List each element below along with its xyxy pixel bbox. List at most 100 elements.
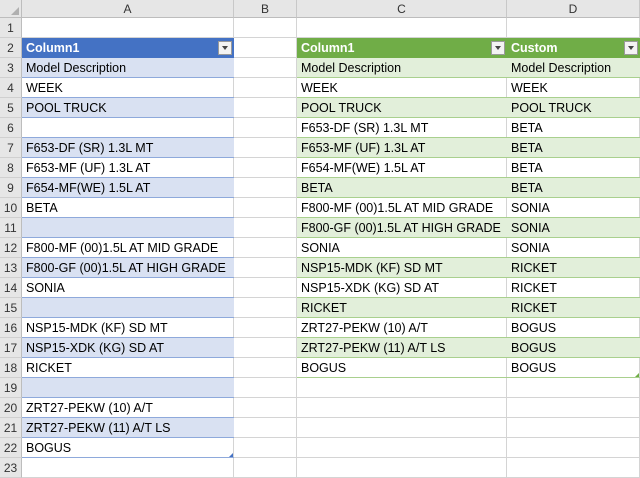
table1-cell[interactable]: BOGUS [22, 438, 234, 458]
table2-resize-handle[interactable] [635, 373, 639, 377]
row-header-9[interactable]: 9 [0, 178, 22, 198]
row-header-3[interactable]: 3 [0, 58, 22, 78]
table2-cell-d[interactable]: WEEK [507, 78, 640, 98]
row-header-17[interactable]: 17 [0, 338, 22, 358]
column-header-c[interactable]: C [297, 0, 507, 18]
table1-resize-handle[interactable] [229, 453, 233, 457]
table1-cell[interactable]: RICKET [22, 358, 234, 378]
table2-cell-c[interactable]: RICKET [297, 298, 507, 318]
table1-cell[interactable] [22, 218, 234, 238]
table2-cell-d[interactable]: SONIA [507, 198, 640, 218]
table1-cell[interactable]: BETA [22, 198, 234, 218]
table2-cell-d[interactable]: BETA [507, 118, 640, 138]
grid-cell[interactable] [297, 458, 507, 478]
table2-header-cell-d[interactable]: Custom [507, 38, 640, 58]
table2-cell-c[interactable]: F654-MF(WE) 1.5L AT [297, 158, 507, 178]
table2-cell-c[interactable]: POOL TRUCK [297, 98, 507, 118]
grid-cell[interactable] [22, 458, 234, 478]
table2-cell-d[interactable]: POOL TRUCK [507, 98, 640, 118]
grid-cell[interactable] [234, 358, 297, 378]
table2-cell-d[interactable]: BETA [507, 138, 640, 158]
table2-cell-c[interactable]: BOGUS [297, 358, 507, 378]
grid-cell[interactable] [507, 438, 640, 458]
table2-cell-c[interactable]: F653-DF (SR) 1.3L MT [297, 118, 507, 138]
row-header-6[interactable]: 6 [0, 118, 22, 138]
row-header-20[interactable]: 20 [0, 398, 22, 418]
table1-cell[interactable]: WEEK [22, 78, 234, 98]
grid-cell[interactable] [234, 218, 297, 238]
table2-cell-d[interactable]: BETA [507, 178, 640, 198]
table1-cell[interactable]: F653-MF (UF) 1.3L AT [22, 158, 234, 178]
grid-cell[interactable] [234, 18, 297, 38]
row-header-2[interactable]: 2 [0, 38, 22, 58]
row-header-10[interactable]: 10 [0, 198, 22, 218]
row-header-15[interactable]: 15 [0, 298, 22, 318]
row-header-1[interactable]: 1 [0, 18, 22, 38]
table2-cell-d[interactable]: BOGUS [507, 358, 640, 378]
table2-cell-d[interactable]: RICKET [507, 258, 640, 278]
grid-cell[interactable] [234, 298, 297, 318]
table2-cell-c[interactable]: NSP15-XDK (KG) SD AT [297, 278, 507, 298]
grid-cell[interactable] [234, 178, 297, 198]
table1-cell[interactable]: F654-MF(WE) 1.5L AT [22, 178, 234, 198]
grid-cell[interactable] [234, 418, 297, 438]
table1-cell[interactable]: SONIA [22, 278, 234, 298]
column-header-a[interactable]: A [22, 0, 234, 18]
table2-cell-d[interactable]: BOGUS [507, 318, 640, 338]
spreadsheet-grid[interactable]: A B C D 1 2 3 4 5 6 7 8 9 10 11 12 13 14 15 16 17 18 19 20 21 22 2… [0, 0, 640, 478]
grid-cell[interactable] [234, 258, 297, 278]
grid-cell[interactable] [22, 18, 234, 38]
row-header-4[interactable]: 4 [0, 78, 22, 98]
table1-cell[interactable]: F653-DF (SR) 1.3L MT [22, 138, 234, 158]
table1-cell[interactable] [22, 378, 234, 398]
row-header-12[interactable]: 12 [0, 238, 22, 258]
grid-cell[interactable] [507, 398, 640, 418]
grid-cell[interactable] [507, 418, 640, 438]
table1-cell[interactable]: F800-GF (00)1.5L AT HIGH GRADE [22, 258, 234, 278]
grid-cell[interactable] [297, 438, 507, 458]
grid-cell[interactable] [234, 238, 297, 258]
row-header-18[interactable]: 18 [0, 358, 22, 378]
row-header-19[interactable]: 19 [0, 378, 22, 398]
grid-cell[interactable] [234, 198, 297, 218]
row-header-13[interactable]: 13 [0, 258, 22, 278]
table2-cell-c[interactable]: F800-GF (00)1.5L AT HIGH GRADE [297, 218, 507, 238]
table2-cell-c[interactable]: NSP15-MDK (KF) SD MT [297, 258, 507, 278]
table1-cell[interactable] [22, 118, 234, 138]
table2-cell-d[interactable]: RICKET [507, 278, 640, 298]
table2-header-cell-c[interactable]: Column1 [297, 38, 507, 58]
row-header-23[interactable]: 23 [0, 458, 22, 478]
table2-cell-d[interactable]: RICKET [507, 298, 640, 318]
grid-cell[interactable] [234, 158, 297, 178]
table1-cell[interactable]: F800-MF (00)1.5L AT MID GRADE [22, 238, 234, 258]
grid-cell[interactable] [234, 438, 297, 458]
table2-cell-d[interactable]: BETA [507, 158, 640, 178]
grid-cell[interactable] [297, 18, 507, 38]
table2-cell-c[interactable]: ZRT27-PEKW (11) A/T LS [297, 338, 507, 358]
row-header-16[interactable]: 16 [0, 318, 22, 338]
row-header-7[interactable]: 7 [0, 138, 22, 158]
table1-cell[interactable]: ZRT27-PEKW (11) A/T LS [22, 418, 234, 438]
row-header-11[interactable]: 11 [0, 218, 22, 238]
row-header-22[interactable]: 22 [0, 438, 22, 458]
filter-dropdown-icon[interactable] [218, 41, 232, 55]
grid-cell[interactable] [234, 318, 297, 338]
column-header-d[interactable]: D [507, 0, 640, 18]
table2-cell-d[interactable]: SONIA [507, 218, 640, 238]
column-header-b[interactable]: B [234, 0, 297, 18]
filter-dropdown-icon[interactable] [491, 41, 505, 55]
grid-cell[interactable] [234, 58, 297, 78]
row-header-14[interactable]: 14 [0, 278, 22, 298]
row-header-8[interactable]: 8 [0, 158, 22, 178]
table1-cell[interactable]: NSP15-XDK (KG) SD AT [22, 338, 234, 358]
table2-cell-c[interactable]: BETA [297, 178, 507, 198]
grid-cell[interactable] [234, 398, 297, 418]
grid-cell[interactable] [234, 98, 297, 118]
row-header-21[interactable]: 21 [0, 418, 22, 438]
table1-cell[interactable]: POOL TRUCK [22, 98, 234, 118]
grid-cell[interactable] [234, 118, 297, 138]
table1-cell[interactable]: ZRT27-PEKW (10) A/T [22, 398, 234, 418]
grid-cell[interactable] [297, 398, 507, 418]
table1-cell[interactable]: Model Description [22, 58, 234, 78]
grid-cell[interactable] [234, 78, 297, 98]
